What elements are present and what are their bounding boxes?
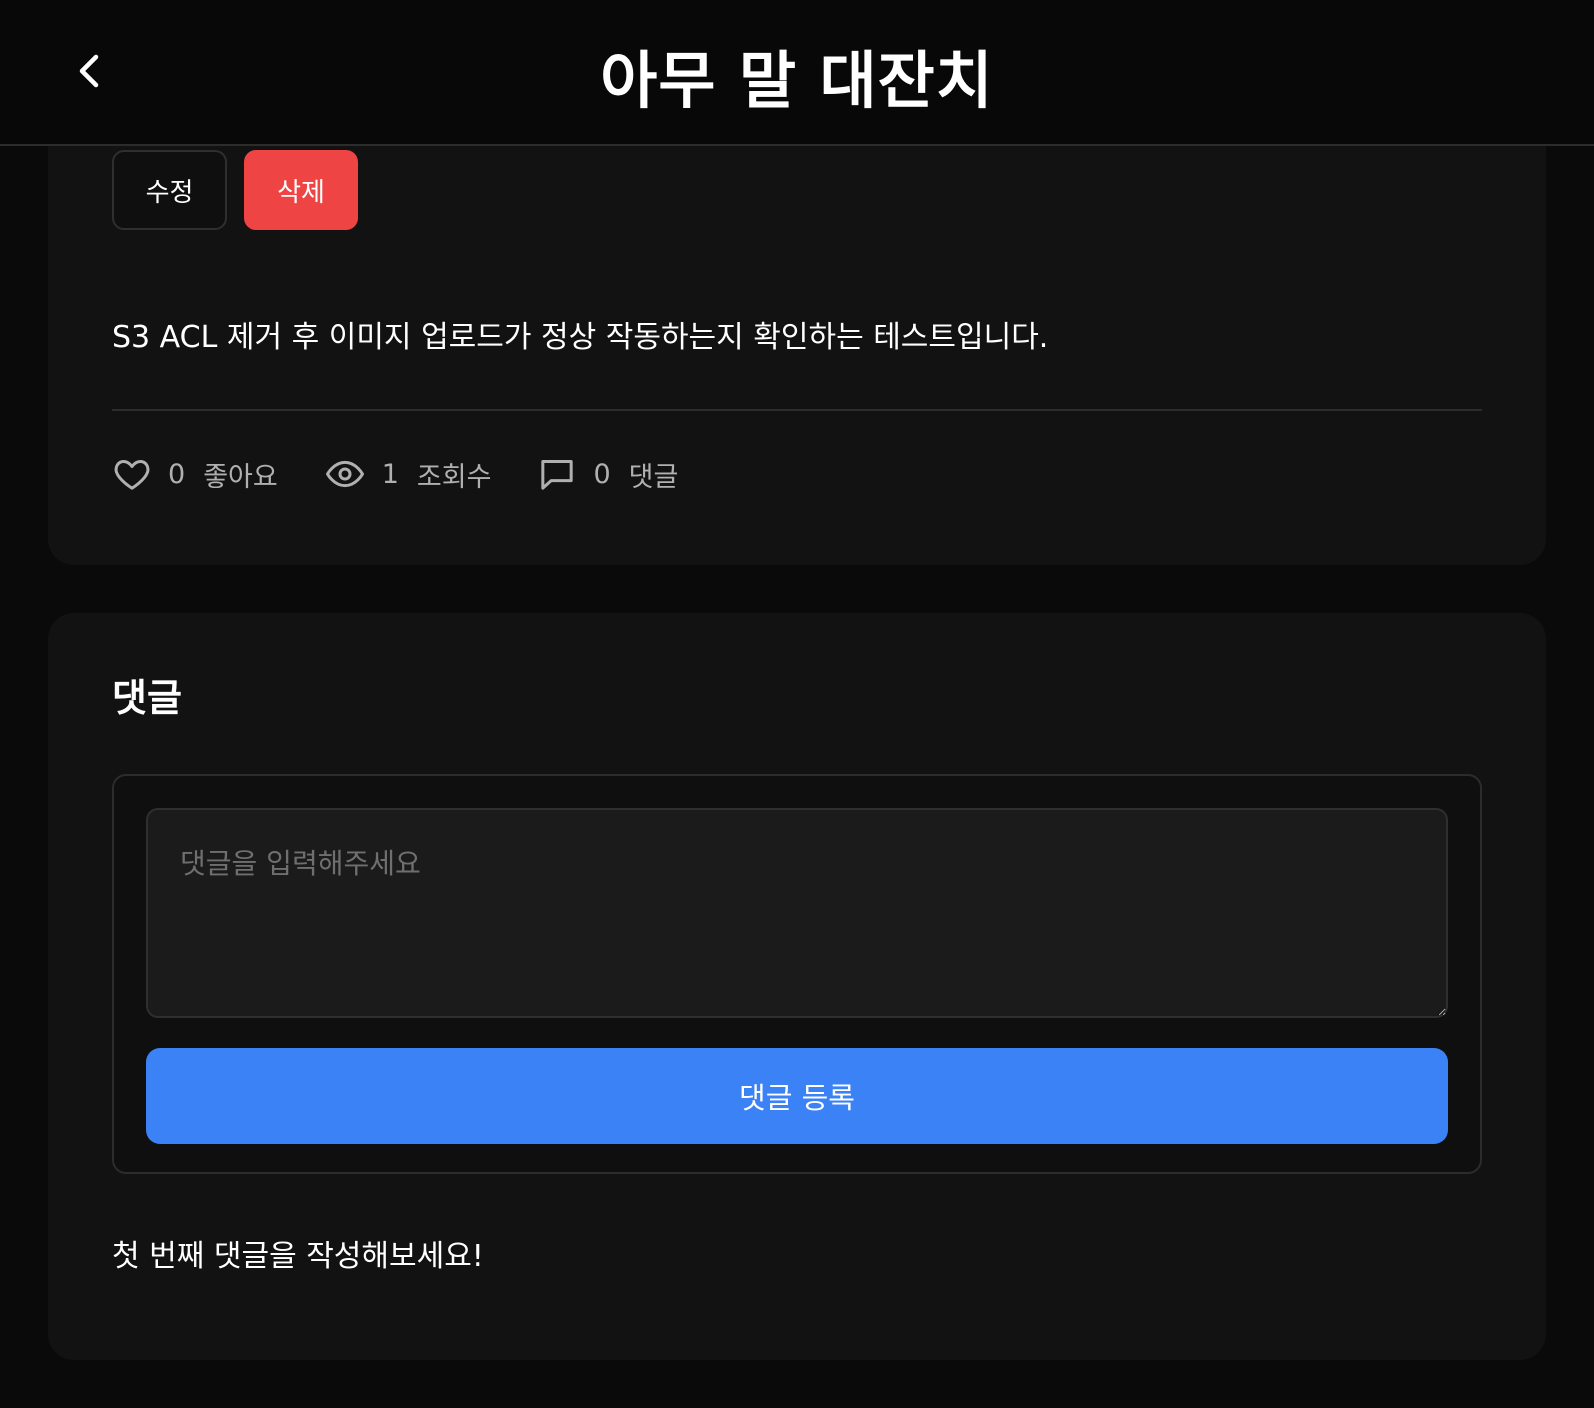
comment-count: 0 [593,458,611,490]
like-stat[interactable]: 0 좋아요 [112,454,278,494]
comment-input[interactable] [146,808,1448,1018]
post-content: S3 ACL 제거 후 이미지 업로드가 정상 작동하는지 확인하는 테스트입니… [112,320,1049,355]
like-label: 좋아요 [203,461,278,493]
app-header: 아무 말 대잔치 [0,0,1594,146]
submit-comment-button[interactable]: 댓글 등록 [146,1048,1448,1144]
page-title: 아무 말 대잔치 [600,44,994,117]
post-card: 수정 삭제 S3 ACL 제거 후 이미지 업로드가 정상 작동하는지 확인하는… [48,110,1546,565]
comment-form: 댓글 등록 [112,774,1482,1174]
heart-icon [112,454,152,494]
empty-comments-message: 첫 번째 댓글을 작성해보세요! [112,1239,484,1274]
comment-stat: 0 댓글 [537,454,678,494]
view-count: 1 [381,458,399,490]
edit-button[interactable]: 수정 [112,150,227,230]
comment-label: 댓글 [628,461,679,493]
comment-icon [537,454,577,494]
eye-icon [324,454,366,494]
like-count: 0 [168,458,186,490]
delete-button[interactable]: 삭제 [244,150,358,230]
view-stat: 1 조회수 [324,454,492,494]
comments-title: 댓글 [112,676,182,720]
view-label: 조회수 [416,461,492,493]
comments-card: 댓글 댓글 등록 첫 번째 댓글을 작성해보세요! [48,613,1546,1360]
divider [112,409,1482,411]
post-stats: 0 좋아요 1 조회수 0 댓글 [112,452,724,496]
